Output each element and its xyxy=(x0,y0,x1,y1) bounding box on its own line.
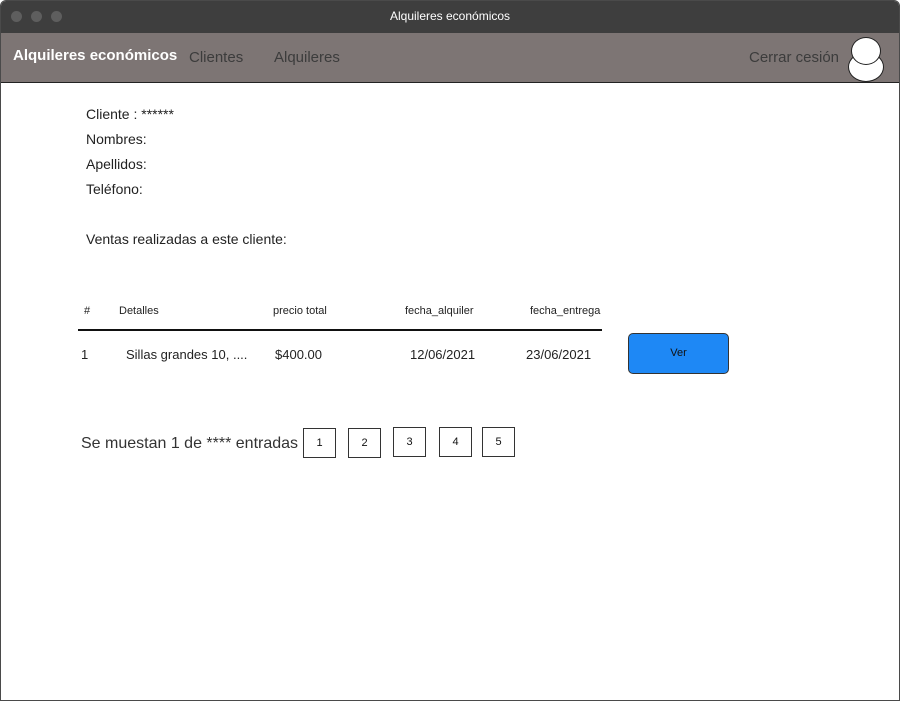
client-info: Cliente : ****** Nombres: Apellidos: Tel… xyxy=(86,105,174,205)
nav-link-clientes[interactable]: Clientes xyxy=(189,49,243,66)
column-header-fecha-alquiler: fecha_alquiler xyxy=(405,305,474,317)
nav-link-alquileres[interactable]: Alquileres xyxy=(274,49,340,66)
page-button-5[interactable]: 5 xyxy=(482,427,515,457)
column-header-detalles: Detalles xyxy=(119,305,159,317)
page-button-2[interactable]: 2 xyxy=(348,428,381,458)
page-button-4[interactable]: 4 xyxy=(439,427,472,457)
client-surnames-label: Apellidos: xyxy=(86,156,147,172)
cell-fecha-entrega: 23/06/2021 xyxy=(526,347,592,362)
page-button-3[interactable]: 3 xyxy=(393,427,426,457)
client-phone-label: Teléfono: xyxy=(86,181,143,197)
title-bar: Alquileres económicos xyxy=(1,1,899,33)
client-names-label: Nombres: xyxy=(86,131,147,147)
minimize-window-button[interactable] xyxy=(31,11,42,22)
column-header-precio: precio total xyxy=(273,305,327,317)
cell-precio: $400.00 xyxy=(275,347,322,362)
pagination-summary: Se muestan 1 de **** entradas xyxy=(81,435,299,452)
maximize-window-button[interactable] xyxy=(51,11,62,22)
user-avatar-icon[interactable] xyxy=(846,37,886,82)
window-title: Alquileres económicos xyxy=(389,9,511,23)
table-header-divider xyxy=(78,329,602,331)
column-header-number: # xyxy=(84,305,91,317)
ver-button[interactable]: Ver xyxy=(628,333,729,374)
client-id-label: Cliente : ****** xyxy=(86,106,174,122)
navbar: Alquileres económicos Clientes Alquilere… xyxy=(1,33,899,83)
cell-detalles: Sillas grandes 10, .... xyxy=(126,347,248,362)
page-button-1[interactable]: 1 xyxy=(303,428,336,458)
brand-link[interactable]: Alquileres económicos xyxy=(13,47,177,64)
column-header-fecha-entrega: fecha_entrega xyxy=(530,305,601,317)
app-window: Alquileres económicos Alquileres económi… xyxy=(0,0,900,701)
cell-fecha-alquiler: 12/06/2021 xyxy=(410,347,476,362)
cell-number: 1 xyxy=(81,347,89,362)
window-controls xyxy=(11,11,62,22)
logout-link[interactable]: Cerrar cesión xyxy=(749,49,839,66)
close-window-button[interactable] xyxy=(11,11,22,22)
sales-section-title: Ventas realizadas a este cliente: xyxy=(86,231,287,247)
